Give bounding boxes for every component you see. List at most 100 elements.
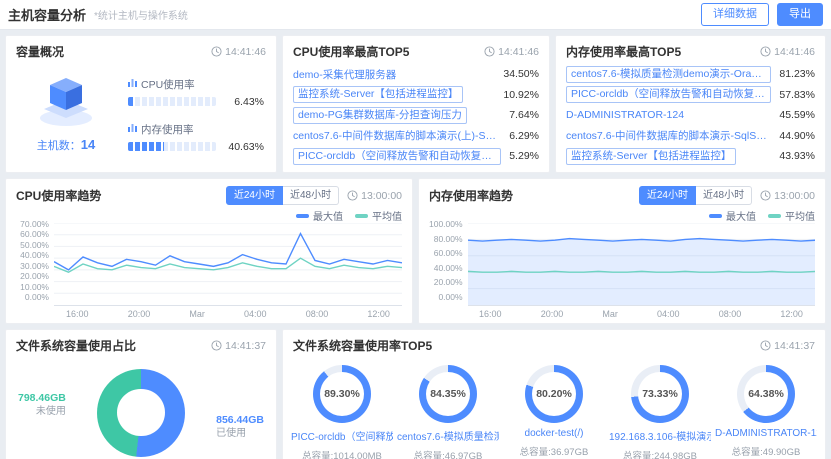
range-button[interactable]: 近24小时 <box>638 186 696 205</box>
host-link[interactable]: centos7.6-中间件数据库的脚本演示(上)-SqlServer-2017 <box>293 128 501 143</box>
host-link[interactable]: D-ADMINISTRATOR-124 <box>566 109 684 121</box>
usage-value: 45.59% <box>779 109 815 121</box>
panel-header: CPU使用率最高TOP5 14:41:46 <box>283 36 549 63</box>
legend-item[interactable]: 平均值 <box>355 208 402 223</box>
host-link[interactable]: 监控系统-Server【包括进程监控】 <box>566 147 737 165</box>
top5-row: PICC-orcldb（空间释放告警和自动恢复演示） 57.83% <box>566 85 815 104</box>
clock-icon <box>760 190 771 201</box>
filesystem-link[interactable]: D-ADMINISTRATOR-124(C:) <box>715 428 817 439</box>
row-trends: CPU使用率趋势 近24小时 近48小时 13:00:00 最大值 平均值 70.0… <box>5 178 826 324</box>
gauge-card: 73.33% 192.168.3.106-模拟演示(/) 总容量:244.98GB <box>608 365 712 459</box>
legend-label: 平均值 <box>372 212 402 223</box>
clock-icon <box>347 190 358 201</box>
x-tick-label: 08:00 <box>718 309 742 319</box>
x-tick-label: 20:00 <box>127 309 151 319</box>
gauge-ring: 73.33% <box>631 365 689 423</box>
x-axis-labels: 16:00 20:00 Mar 04:00 08:00 12:00 <box>467 306 815 319</box>
x-tick-label: 04:00 <box>244 309 267 319</box>
panel-time-text: 14:41:37 <box>225 339 266 352</box>
usage-value: 5.29% <box>509 150 539 162</box>
filesystem-link[interactable]: 192.168.3.106-模拟演示(/) <box>609 428 711 443</box>
metric-label: CPU使用率 <box>141 78 195 91</box>
host-link[interactable]: centos7.6-模拟质量检测demo演示-Oracle-19c <box>566 65 772 83</box>
gauge-percent: 84.35% <box>430 388 466 400</box>
trend-controls: 近24小时 近48小时 13:00:00 <box>225 186 402 205</box>
filesystem-link[interactable]: docker-test(/) <box>525 428 584 439</box>
y-axis-labels: 100.00% 80.00% 60.00% 40.00% 20.00% 0.00% <box>429 219 468 302</box>
top5-row: PICC-orcldb（空间释放告警和自动恢复演示） 5.29% <box>293 147 539 166</box>
legend-item[interactable]: 最大值 <box>296 208 343 223</box>
y-tick-label: 0.00% <box>438 291 463 302</box>
capacity-text: 总容量:49.90GB <box>731 447 801 458</box>
filesystem-link[interactable]: PICC-orcldb（空间释放告警和自... <box>291 428 393 443</box>
gauge-percent: 80.20% <box>536 388 572 400</box>
y-tick-label: 80.00% <box>433 233 463 244</box>
clock-icon <box>484 46 495 57</box>
host-cube-icon <box>40 78 92 126</box>
top5-row: demo-PG集群数据库-分担查询压力 7.64% <box>293 106 539 125</box>
range-toggle: 近24小时 近48小时 <box>225 186 340 205</box>
row-bottom: 文件系统容量使用占比 14:41:37 798.46GB 未使用 856.44G… <box>5 329 826 459</box>
x-tick-label: 20:00 <box>540 309 564 319</box>
detail-data-button[interactable]: 详细数据 <box>701 3 769 26</box>
panel-title: CPU使用率最高TOP5 <box>293 45 410 59</box>
host-link[interactable]: centos7.6-中间件数据库的脚本演示-SqlServer-2017 <box>566 128 771 143</box>
metric-bar-row: 40.63% <box>128 141 264 153</box>
filesystem-link[interactable]: centos7.6-模拟质量检测demo... <box>397 428 499 443</box>
panel-timestamp: 13:00:00 <box>347 190 402 202</box>
panel-header: 内存使用率趋势 近24小时 近48小时 13:00:00 <box>419 179 825 208</box>
y-tick-label: 70.00% <box>20 219 49 229</box>
mem-top5-list: centos7.6-模拟质量检测demo演示-Oracle-19c 81.23% P… <box>556 63 825 172</box>
usage-value: 34.50% <box>503 68 539 80</box>
host-link[interactable]: demo-采集代理服务器 <box>293 67 396 82</box>
gauge-ring: 89.30% <box>313 365 371 423</box>
range-button[interactable]: 近48小时 <box>283 186 340 205</box>
trend-controls: 近24小时 近48小时 13:00:00 <box>638 186 815 205</box>
donut-label-used: 856.44GB 已使用 <box>216 413 264 441</box>
range-button[interactable]: 近24小时 <box>225 186 283 205</box>
top5-row: centos7.6-中间件数据库的脚本演示(上)-SqlServer-2017 6… <box>293 126 539 145</box>
clock-icon <box>211 340 222 351</box>
page-title: 主机容量分析 <box>8 8 87 23</box>
usage-value: 43.93% <box>779 150 815 162</box>
host-link[interactable]: PICC-orcldb（空间释放告警和自动恢复演示） <box>566 86 772 103</box>
top5-row: centos7.6-中间件数据库的脚本演示-SqlServer-2017 44.9… <box>566 126 815 145</box>
y-tick-label: 20.00% <box>433 277 463 288</box>
y-tick-label: 60.00% <box>20 229 49 240</box>
export-button[interactable]: 导出 <box>777 3 823 26</box>
legend-label: 最大值 <box>313 212 343 223</box>
page-subtitle: *统计主机与操作系统 <box>94 11 188 22</box>
gauge-ring: 80.20% <box>525 365 583 423</box>
capacity-text: 总容量:36.97GB <box>519 447 589 458</box>
x-tick-label: 16:00 <box>479 309 502 319</box>
panel-time-text: 14:41:46 <box>498 45 539 58</box>
used-space-value: 856.44GB <box>216 414 264 426</box>
clock-icon <box>760 340 771 351</box>
x-tick-label: 16:00 <box>66 309 89 319</box>
y-tick-label: 50.00% <box>20 239 49 250</box>
free-space-label: 未使用 <box>35 406 66 418</box>
host-link[interactable]: 监控系统-Server【包括进程监控】 <box>293 86 464 103</box>
legend-item[interactable]: 最大值 <box>709 208 756 223</box>
overview-body: 主机数：14 CPU使用率 6.43% 内存使用率 40.63% <box>6 63 276 172</box>
host-link[interactable]: demo-PG集群数据库-分担查询压力 <box>293 106 467 124</box>
y-tick-label: 0.00% <box>24 291 49 302</box>
legend-label: 平均值 <box>785 212 815 223</box>
panel-title: 内存使用率趋势 <box>429 189 514 203</box>
trend-body: 最大值 平均值 100.00% 80.00% 60.00% 40.00% 20.00% 0.… <box>419 208 825 323</box>
panel-title: CPU使用率趋势 <box>16 189 102 203</box>
legend-marker <box>355 213 368 218</box>
x-tick-label: 12:00 <box>367 309 390 319</box>
legend-item[interactable]: 平均值 <box>768 208 815 223</box>
panel-time-text: 13:00:00 <box>774 189 815 202</box>
panel-timestamp: 14:41:46 <box>211 46 266 58</box>
range-button[interactable]: 近48小时 <box>696 186 753 205</box>
panel-title: 文件系统容量使用率TOP5 <box>293 339 433 353</box>
mem-top5-panel: 内存使用率最高TOP5 14:41:46 centos7.6-模拟质量检测dem… <box>555 35 826 173</box>
panel-timestamp: 13:00:00 <box>760 190 815 202</box>
x-tick-label: 12:00 <box>780 309 803 319</box>
metric-label: 内存使用率 <box>141 123 194 136</box>
host-link[interactable]: PICC-orcldb（空间释放告警和自动恢复演示） <box>293 147 502 165</box>
top5-row: 监控系统-Server【包括进程监控】 43.93% <box>566 147 815 166</box>
topbar: 主机容量分析 *统计主机与操作系统 详细数据 导出 <box>0 0 831 30</box>
